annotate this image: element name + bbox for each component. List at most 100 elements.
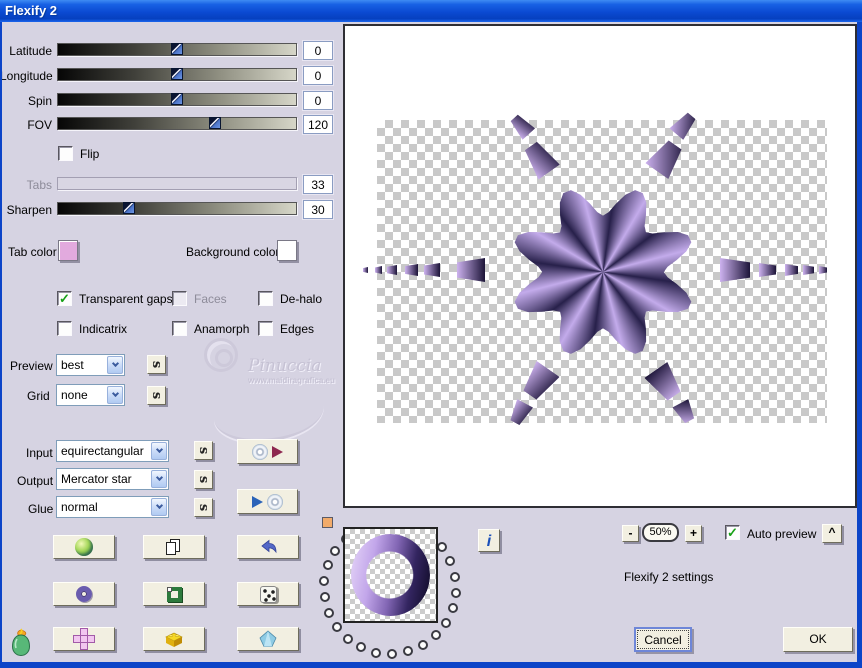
preview-select[interactable]: best [56,354,125,376]
crystal-button[interactable] [237,627,299,651]
flaming-pear-logo[interactable] [8,627,34,657]
dial-dot[interactable] [449,571,460,582]
dial-dot[interactable] [447,603,458,614]
flip-checkbox[interactable]: ✓ [58,146,73,161]
tab-color-swatch[interactable] [58,240,78,261]
dial-dot[interactable] [371,647,382,658]
glue-select[interactable]: normal [56,496,169,518]
undo-icon [261,539,277,554]
dial-dot[interactable] [319,592,330,603]
dial-dot[interactable] [430,630,441,641]
dial-dot[interactable] [445,556,456,567]
glue-s-button[interactable]: s [194,498,213,517]
chevron-down-icon[interactable] [151,470,167,488]
dial-dot[interactable] [387,648,398,659]
sharpen-slider[interactable] [57,202,297,215]
dial-dot[interactable] [437,542,447,553]
grid-s-button[interactable]: s [147,386,166,405]
dial-dot[interactable] [331,621,342,632]
brick-icon [165,632,183,647]
spin-label: Spin [27,94,52,108]
info-button[interactable]: i [478,529,500,552]
sharpen-input[interactable] [303,200,333,219]
latitude-input[interactable] [303,41,333,60]
undo-button[interactable] [237,535,299,559]
background-color-swatch[interactable] [277,240,297,261]
glue-thumbnail[interactable] [343,527,438,623]
tabs-input[interactable] [303,175,333,194]
brick-button[interactable] [143,627,205,651]
output-s-button[interactable]: s [194,470,213,489]
save-image-button[interactable] [237,489,298,514]
auto-preview-label: Auto preview [747,527,817,541]
ok-button[interactable]: OK [783,627,853,652]
edges-checkbox[interactable]: ✓ [258,321,273,336]
unfolded-cube-icon [72,627,96,651]
dial-dot[interactable] [403,646,414,657]
transparent-gaps-checkbox[interactable]: ✓ [57,291,72,306]
random-button[interactable] [237,582,299,606]
watermark-swirl-icon [204,338,238,372]
dial-dot[interactable] [342,633,353,644]
spin-input[interactable] [303,91,333,110]
dial-dot[interactable] [418,640,428,651]
spin-slider-thumb[interactable] [171,93,183,105]
cancel-button[interactable]: Cancel [634,627,692,652]
background-color-label: Background color [186,245,280,259]
fov-input[interactable] [303,115,333,134]
de-halo-checkbox[interactable]: ✓ [258,291,273,306]
copy-button[interactable] [143,535,205,559]
grid-select[interactable]: none [56,384,125,406]
chevron-down-icon[interactable] [107,356,123,374]
dial-dot[interactable] [322,560,333,571]
latitude-slider-thumb[interactable] [171,43,183,55]
output-select[interactable]: Mercator star [56,468,169,490]
cone-tab-graphic [363,267,368,273]
longitude-input[interactable] [303,66,333,85]
dial-dot[interactable] [330,546,341,557]
unfold-button[interactable] [53,627,115,651]
ring-button[interactable] [53,582,115,606]
watermark-name: Pinuccia [248,356,322,376]
zoom-in-button[interactable]: + [685,525,702,542]
chevron-down-icon[interactable] [151,442,167,460]
ring-icon [76,586,92,602]
preview-s-button[interactable]: s [147,355,166,374]
output-select-value: Mercator star [61,472,132,486]
title-bar[interactable]: Flexify 2 [0,0,862,22]
zoom-level[interactable]: 50% [642,523,679,542]
sharpen-slider-thumb[interactable] [123,202,136,214]
dial-dot[interactable] [440,617,451,628]
spin-slider[interactable] [57,93,297,106]
indicatrix-checkbox[interactable]: ✓ [57,321,72,336]
zoom-out-button[interactable]: - [622,525,639,542]
faces-label: Faces [194,292,227,306]
dial-dot[interactable] [356,642,367,653]
info-icon: i [486,533,492,550]
fov-slider-thumb[interactable] [209,117,222,129]
frame-button[interactable] [143,582,205,606]
frame-icon [166,586,182,602]
cd-icon [252,443,268,460]
dial-dot[interactable] [323,607,334,618]
chevron-down-icon[interactable] [107,386,123,404]
chevron-down-icon[interactable] [151,498,167,516]
dial-dot[interactable] [319,576,330,587]
copy-icon [166,539,182,555]
dial-dot[interactable] [450,587,461,598]
latitude-slider[interactable] [57,43,297,56]
input-select[interactable]: equirectangular [56,440,169,462]
input-s-button[interactable]: s [194,441,213,460]
globe-button[interactable] [53,535,115,559]
longitude-slider-thumb[interactable] [171,68,183,80]
longitude-slider[interactable] [57,68,297,81]
fov-slider[interactable] [57,117,297,130]
preview-select-value: best [61,358,84,372]
spin-dial-handle[interactable] [322,517,333,528]
input-select-label: Input [26,446,53,460]
collapse-button[interactable]: ^ [822,524,842,543]
output-select-label: Output [17,474,54,488]
load-image-button[interactable] [237,439,298,464]
auto-preview-checkbox[interactable]: ✓ [725,525,740,540]
anamorph-checkbox[interactable]: ✓ [172,321,187,336]
